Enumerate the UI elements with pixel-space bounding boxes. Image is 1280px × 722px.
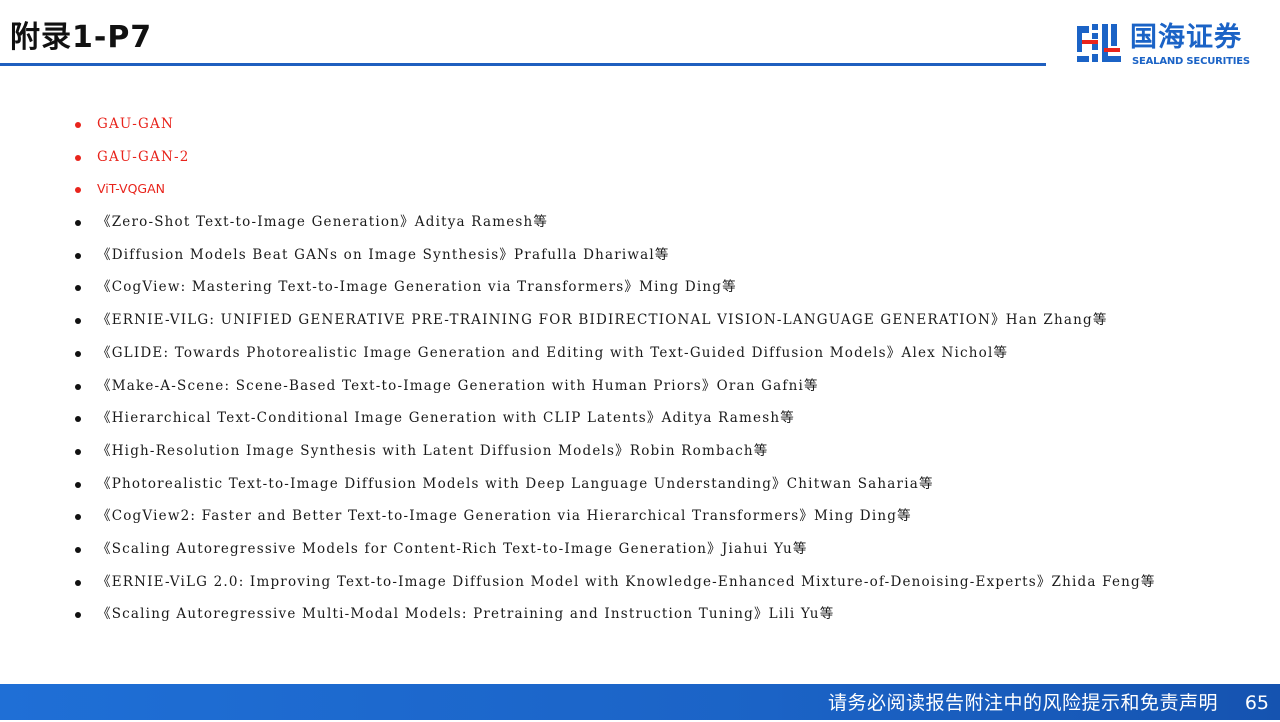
- logo-name-en: SEALAND SECURITIES: [1132, 56, 1250, 67]
- list-item: 《ERNIE-ViLG 2.0: Improving Text-to-Image…: [70, 566, 1156, 599]
- reference-list: GAU-GAN GAU-GAN-2 ViT-VQGAN 《Zero-Shot T…: [70, 108, 1156, 631]
- list-item: 《GLIDE: Towards Photorealistic Image Gen…: [70, 337, 1156, 370]
- list-item: ViT-VQGAN: [70, 173, 1156, 206]
- list-item: 《Diffusion Models Beat GANs on Image Syn…: [70, 239, 1156, 272]
- sealand-logo-icon: [1077, 24, 1121, 62]
- list-item: GAU-GAN-2: [70, 141, 1156, 174]
- footer-bar: 请务必阅读报告附注中的风险提示和免责声明 65: [0, 684, 1280, 720]
- footer-disclaimer: 请务必阅读报告附注中的风险提示和免责声明: [827, 692, 1218, 714]
- page-number: 65: [1244, 692, 1269, 714]
- list-item: 《Scaling Autoregressive Models for Conte…: [70, 533, 1156, 566]
- header-divider: [0, 63, 1046, 66]
- list-item: 《Scaling Autoregressive Multi-Modal Mode…: [70, 598, 1156, 631]
- list-item: 《CogView2: Faster and Better Text-to-Ima…: [70, 500, 1156, 533]
- list-item: 《Zero-Shot Text-to-Image Generation》Adit…: [70, 206, 1156, 239]
- page-title: 附录1-P7: [10, 20, 153, 55]
- list-item: 《ERNIE-VILG: UNIFIED GENERATIVE PRE-TRAI…: [70, 304, 1156, 337]
- company-logo: 国海证券 SEALAND SECURITIES: [1076, 22, 1258, 70]
- logo-name-cn: 国海证券: [1130, 22, 1242, 53]
- list-item: 《Make-A-Scene: Scene-Based Text-to-Image…: [70, 370, 1156, 403]
- list-item: 《CogView: Mastering Text-to-Image Genera…: [70, 271, 1156, 304]
- list-item: 《Photorealistic Text-to-Image Diffusion …: [70, 468, 1156, 501]
- list-item: GAU-GAN: [70, 108, 1156, 141]
- list-item: 《Hierarchical Text-Conditional Image Gen…: [70, 402, 1156, 435]
- list-item: 《High-Resolution Image Synthesis with La…: [70, 435, 1156, 468]
